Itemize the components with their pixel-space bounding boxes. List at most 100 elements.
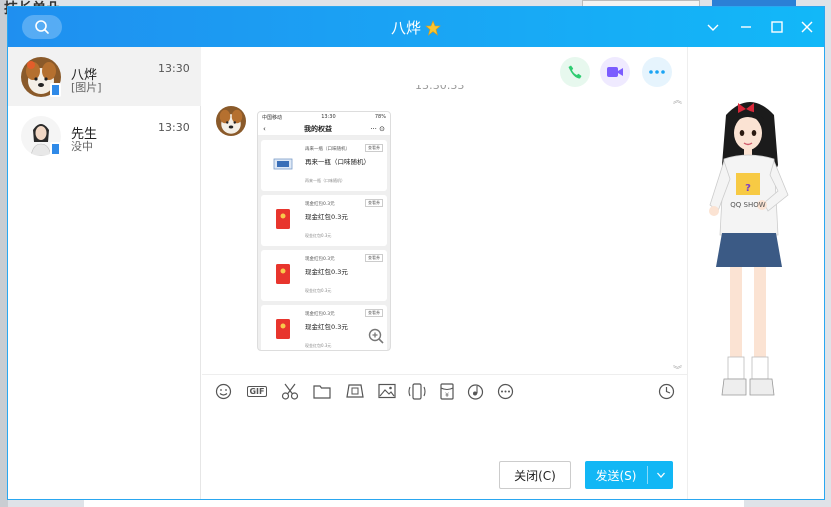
maximize-button[interactable] [767,17,787,37]
more-icon [497,383,513,399]
red-packet-icon [276,319,290,339]
dropdown-button[interactable] [703,17,723,37]
contact-list: 八烨 [图片] 13:30 先生 没中 13:30 [8,47,201,499]
video-camera-icon [607,67,623,77]
qq-show-panel: ? QQ SHOW [687,47,824,499]
red-packet-button[interactable]: ¥ [437,382,457,400]
input-toolbar: GIF ¥ [202,374,687,406]
gif-button[interactable]: GIF [244,382,270,400]
titlebar: 八烨 [8,7,824,47]
message-input[interactable] [202,406,687,456]
sender-avatar[interactable] [216,106,246,136]
phone-menu-icon: ··· ⊙ [370,124,385,133]
music-button[interactable] [465,382,485,400]
send-label: 发送(S) [585,466,648,484]
chat-panel: 13:30:33 ︽ 中国移动 13:30 78% ‹ 我的权益 ··· ⊙ 再… [202,47,687,499]
chevron-down-icon [707,24,719,31]
music-icon [467,383,483,400]
close-button[interactable]: 关闭(C) [499,461,571,489]
card-title: 现金红包0.3元 [305,213,348,221]
minimize-icon [741,26,751,28]
card-title: 现金红包0.3元 [305,268,348,276]
message-timestamp: 13:30:33 [415,85,465,92]
card-title: 再来一瓶（口味随机） [305,158,370,166]
folder-icon [313,384,331,399]
video-call-button[interactable] [600,57,630,87]
image-edit-button[interactable] [345,382,365,400]
shirt-text: QQ SHOW [730,201,765,209]
card-title: 现金红包0.3元 [305,323,348,331]
window-title: 八烨 [8,17,824,38]
more-tools-button[interactable] [495,382,515,400]
phone-time: 13:30 [321,114,336,120]
benefit-card: 现金红包0.3元 现金红包0.3元 现金红包0.3元 查看券 [261,195,387,246]
scroll-up-arrow[interactable]: ︽ [673,93,682,106]
red-packet-icon: ¥ [440,382,454,400]
title-text: 八烨 [390,19,421,37]
card-caption: 现金红包0.3元 [305,202,335,207]
card-footer: 现金红包0.3元 [305,288,332,293]
scissors-icon [281,383,299,400]
more-dots-icon [649,70,665,74]
emoji-icon [215,383,231,399]
contact-last-message: [图片] [71,81,102,94]
image-message[interactable]: 中国移动 13:30 78% ‹ 我的权益 ··· ⊙ 再来一瓶（口味随机） 再… [257,111,391,351]
voice-call-button[interactable] [560,57,590,87]
card-tag: 查看券 [365,199,383,207]
card-footer: 现金红包0.3元 [305,343,332,348]
phone-battery: 78% [374,114,386,120]
file-button[interactable] [312,382,332,400]
send-options-button[interactable] [648,461,673,489]
image-edit-icon [346,384,364,398]
vip-star-icon [425,19,441,36]
mobile-online-badge [50,83,61,97]
red-packet-icon [276,264,290,284]
card-tag: 查看券 [365,309,383,317]
qq-show-avatar[interactable]: ? QQ SHOW [698,95,810,415]
contact-last-message: 没中 [71,140,93,153]
image-button[interactable] [377,382,397,400]
card-caption: 现金红包0.3元 [305,312,335,317]
close-icon [801,21,813,33]
gif-icon: GIF [247,385,267,397]
chevron-down-icon [656,472,665,478]
card-footer: 再来一瓶（口味随机） [305,178,345,183]
contact-item-1[interactable]: 八烨 [图片] 13:30 [8,47,201,106]
svg-text:?: ? [745,183,751,194]
red-packet-icon [276,209,290,229]
benefit-card: 现金红包0.3元 现金红包0.3元 现金红包0.3元 查看券 [261,250,387,301]
contact-item-2[interactable]: 先生 没中 13:30 [8,106,201,165]
contact-time: 13:30 [158,121,190,134]
back-icon: ‹ [263,124,266,133]
card-caption: 再来一瓶（口味随机） [305,147,350,152]
phone-status-bar: 中国移动 13:30 78% [258,112,390,122]
card-tag: 查看券 [365,144,383,152]
card-caption: 现金红包0.3元 [305,257,335,262]
card-footer: 现金红包0.3元 [305,233,332,238]
screenshot-button[interactable] [280,382,300,400]
send-button[interactable]: 发送(S) [585,461,673,489]
drink-box-icon [273,158,293,170]
shake-icon [408,382,426,400]
chat-window: 八烨 八烨 [图片] 13:30 先生 没中 13:30 13:30:33 ︽ … [7,6,825,500]
contact-time: 13:30 [158,62,190,75]
benefit-card: 再来一瓶（口味随机） 再来一瓶（口味随机） 再来一瓶（口味随机） 查看券 [261,140,387,191]
history-button[interactable] [656,382,676,400]
maximize-icon [771,21,783,33]
phone-page-header: ‹ 我的权益 ··· ⊙ [258,122,390,136]
svg-text:¥: ¥ [445,392,449,399]
mobile-online-badge [50,142,61,156]
phone-icon [568,65,582,79]
more-options-button[interactable] [642,57,672,87]
zoom-in-icon[interactable] [368,328,384,344]
shake-button[interactable] [407,382,427,400]
background-bottom [84,500,744,507]
phone-carrier: 中国移动 [262,115,283,121]
image-icon [378,383,396,399]
emoji-button[interactable] [213,382,233,400]
phone-page-title: 我的权益 [304,124,333,133]
history-icon [658,383,674,399]
minimize-button[interactable] [736,17,756,37]
close-window-button[interactable] [797,17,817,37]
card-tag: 查看券 [365,254,383,262]
